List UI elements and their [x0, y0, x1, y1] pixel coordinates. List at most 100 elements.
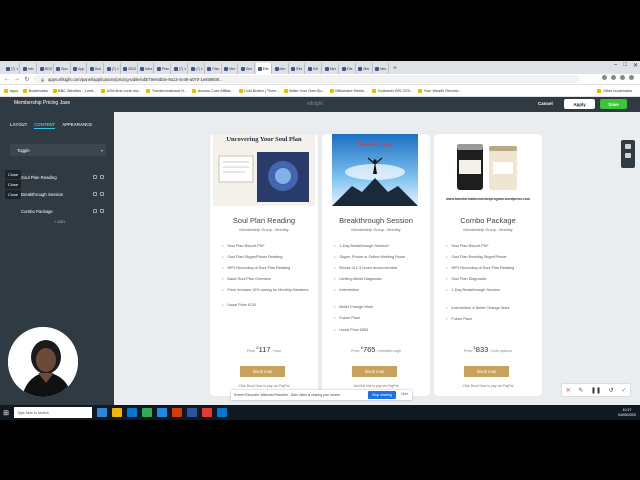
task-view-icon[interactable]: [97, 408, 107, 417]
profile-avatar-icon[interactable]: [629, 75, 634, 80]
desktop-view-icon[interactable]: [625, 144, 631, 149]
book-now-button[interactable]: Book now: [352, 366, 397, 377]
forward-icon[interactable]: →: [14, 76, 20, 82]
browser-tab[interactable]: Elfs: [255, 63, 272, 74]
duplicate-icon[interactable]: [93, 209, 97, 213]
close-tooltip[interactable]: Close: [5, 190, 21, 199]
other-bookmarks[interactable]: Other bookmarks: [597, 85, 632, 97]
add-item-button[interactable]: + ADD: [54, 220, 65, 224]
extension-icon[interactable]: [611, 75, 616, 80]
browser-tab[interactable]: BOO: [37, 63, 54, 74]
browser-tab[interactable]: Mer: [373, 63, 390, 74]
edge-icon[interactable]: [127, 408, 137, 417]
bookmark-item[interactable]: Bookmarks: [23, 88, 48, 93]
finish-icon[interactable]: ✓: [621, 387, 626, 394]
hide-button[interactable]: Hide: [401, 392, 408, 396]
file-explorer-icon[interactable]: [112, 408, 122, 417]
letterbox-top: [0, 0, 640, 61]
browser-tab[interactable]: BOO: [121, 63, 138, 74]
duplicate-icon[interactable]: [93, 192, 97, 196]
apply-button[interactable]: Apply: [564, 99, 595, 109]
bookmark-item[interactable]: Cold Button | Thea...: [238, 88, 279, 93]
toggle-dropdown[interactable]: Toggle ▾: [10, 144, 106, 156]
back-icon[interactable]: ←: [4, 76, 10, 82]
minimize-icon[interactable]: –: [614, 62, 617, 69]
bookmark-item[interactable]: Your Wealth Revolut...: [418, 88, 461, 93]
extension-icon[interactable]: [620, 75, 625, 80]
bookmark-item[interactable]: Godomex BIS-CE0...: [372, 88, 413, 93]
browser-tab[interactable]: Soli: [87, 63, 105, 74]
browser-tab[interactable]: Edi: [306, 63, 323, 74]
panel-item-breakthrough[interactable]: Breakthrough Session: [10, 188, 106, 200]
duplicate-icon[interactable]: [93, 175, 97, 179]
bookmark-icon: [52, 88, 57, 93]
feature-item: Soul Plan Reading Skype/Phone: [446, 255, 538, 266]
restart-icon[interactable]: ↺: [609, 387, 614, 394]
outlook-icon[interactable]: [217, 408, 227, 417]
tab-favicon-icon: [375, 66, 380, 71]
book-now-button[interactable]: Book now: [240, 366, 285, 377]
close-tooltip[interactable]: Close: [5, 180, 21, 189]
bookmark-item[interactable]: Transformational N...: [146, 88, 187, 93]
tab-content[interactable]: CONTENT: [34, 122, 56, 129]
reload-icon[interactable]: ↻: [24, 76, 30, 83]
windows-start-icon[interactable]: ⊞: [0, 405, 12, 420]
browser-tab[interactable]: (7) 1: [171, 63, 188, 74]
delete-icon[interactable]: [100, 209, 104, 213]
stop-sharing-button[interactable]: Stop sharing: [368, 391, 396, 399]
bookmark-item[interactable]: Access Core Affiliat...: [192, 88, 234, 93]
browser-tab[interactable]: Mer: [222, 63, 239, 74]
annotate-icon[interactable]: ✎: [578, 387, 583, 394]
taskbar-search-input[interactable]: Type here to search: [14, 407, 92, 418]
widget-name-input[interactable]: Membership Pricing Jase: [14, 100, 70, 106]
browser-tab[interactable]: Info: [20, 63, 37, 74]
browser-tab[interactable]: App: [71, 63, 88, 74]
browser-tab[interactable]: Boo: [54, 63, 71, 74]
book-now-button[interactable]: Book now: [464, 366, 509, 377]
bookmark-item[interactable]: USA time zone ma...: [101, 88, 141, 93]
cancel-button[interactable]: Cancel: [538, 101, 553, 106]
powerpoint-icon[interactable]: [172, 408, 182, 417]
new-tab-icon[interactable]: +: [390, 63, 400, 74]
browser-tab[interactable]: (7) 1: [4, 63, 21, 74]
word-icon[interactable]: [187, 408, 197, 417]
browser-tab[interactable]: Elfs: [339, 63, 356, 74]
pause-icon[interactable]: ❚❚: [591, 387, 601, 394]
panel-item-combo[interactable]: Combo Package: [10, 205, 106, 217]
maximize-icon[interactable]: □: [623, 62, 627, 69]
url-input[interactable]: 🔒 apps.elfsight.com/panel/applications/p…: [34, 75, 580, 83]
chrome-icon[interactable]: [142, 408, 152, 417]
panel-item-soul-plan[interactable]: Soul Plan Reading: [10, 171, 106, 183]
bookmark-item[interactable]: Millionaire Mento...: [329, 88, 367, 93]
bookmark-icon: [23, 88, 28, 93]
delete-icon[interactable]: [100, 175, 104, 179]
mobile-view-icon[interactable]: [625, 153, 631, 158]
save-button[interactable]: Save: [600, 99, 627, 109]
browser-tab[interactable]: (7) 1: [104, 63, 121, 74]
browser-tab[interactable]: Elfs: [289, 63, 306, 74]
browser-tab[interactable]: Inbo: [138, 63, 155, 74]
bookmark-item[interactable]: BBC Weather - Lond...: [52, 88, 96, 93]
browser-tab[interactable]: Plan: [205, 63, 222, 74]
cancel-recording-icon[interactable]: ✕: [566, 387, 571, 394]
tab-layout[interactable]: LAYOUT: [10, 122, 27, 129]
browser-tab[interactable]: Mer: [272, 63, 289, 74]
extension-icon[interactable]: [602, 75, 607, 80]
close-tooltip[interactable]: Close: [5, 170, 21, 179]
widget-preview: Uncovering Your Soul Plan Soul Plan Read…: [114, 112, 640, 420]
recorder-app-icon[interactable]: [202, 408, 212, 417]
bookmark-item[interactable]: Make Your Own Bu...: [283, 88, 325, 93]
tab-appearance[interactable]: APPEARANCE: [62, 122, 92, 129]
webcam-overlay[interactable]: [8, 327, 78, 397]
tab-label: Mer: [329, 66, 336, 71]
browser-tab[interactable]: Seo: [238, 63, 256, 74]
close-window-icon[interactable]: ✕: [633, 62, 638, 69]
delete-icon[interactable]: [100, 192, 104, 196]
bookmark-item[interactable]: Apps: [4, 88, 18, 93]
system-clock[interactable]: 10:27 04/05/2020: [618, 406, 636, 419]
browser-tab[interactable]: Plan: [155, 63, 172, 74]
skype-icon[interactable]: [157, 408, 167, 417]
browser-tab[interactable]: Mer: [356, 63, 373, 74]
browser-tab[interactable]: Mer: [322, 63, 340, 74]
browser-tab[interactable]: (7) 1: [188, 63, 205, 74]
